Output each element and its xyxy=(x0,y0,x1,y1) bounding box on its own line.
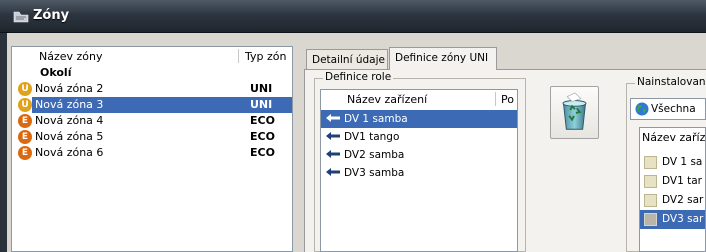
installed-device-row[interactable]: DV1 tar xyxy=(640,172,705,191)
zone-window-icon xyxy=(13,11,29,23)
device-name: DV1 tar xyxy=(662,175,702,187)
uni-zone-icon: U xyxy=(18,98,32,112)
zone-row[interactable]: U Nová zóna 2 UNI xyxy=(12,81,292,97)
zone-name: Nová zóna 6 xyxy=(35,146,104,159)
role-device-row[interactable]: DV 1 samba xyxy=(321,110,517,128)
title-bar: Zóny xyxy=(0,0,706,33)
combo-value: Všechna xyxy=(651,103,696,115)
zone-type: ECO xyxy=(250,114,275,127)
zone-row[interactable]: U Nová zóna 3 UNI xyxy=(12,97,292,113)
device-checkbox[interactable] xyxy=(644,194,657,207)
zone-row[interactable]: E Nová zóna 6 ECO xyxy=(12,145,292,161)
zone-name: Nová zóna 3 xyxy=(35,98,104,111)
installed-device-row[interactable]: DV3 sar xyxy=(640,210,705,229)
device-name: DV1 tango xyxy=(344,131,400,143)
eco-zone-icon: E xyxy=(18,114,32,128)
installed-group-label: Nainstalovaná xyxy=(635,76,706,88)
device-name: DV3 sar xyxy=(662,213,704,225)
globe-icon xyxy=(635,102,649,116)
role-device-list[interactable]: Název zařízení Po DV 1 samba DV1 tango DV2… xyxy=(320,89,518,252)
zone-type: UNI xyxy=(250,98,273,111)
device-name: DV 1 samba xyxy=(344,113,408,125)
zone-row[interactable]: E Nová zóna 5 ECO xyxy=(12,129,292,145)
zone-row[interactable]: E Nová zóna 4 ECO xyxy=(12,113,292,129)
tab-label: Detailní údaje xyxy=(312,54,385,66)
column-header-zone-type[interactable]: Typ zón xyxy=(245,50,286,63)
zone-row[interactable]: Okolí xyxy=(12,65,292,81)
tab-label: Definice zóny UNI xyxy=(395,52,489,64)
window-title: Zóny xyxy=(33,8,70,23)
tab-uni-definition[interactable]: Definice zóny UNI xyxy=(389,47,497,70)
eco-zone-icon: E xyxy=(18,130,32,144)
role-device-row[interactable]: DV3 samba xyxy=(321,164,517,182)
device-name: DV3 samba xyxy=(344,167,405,179)
arrow-device-icon xyxy=(326,114,340,122)
role-device-row[interactable]: DV2 samba xyxy=(321,146,517,164)
role-list-header: Název zařízení Po xyxy=(321,90,517,108)
zone-name: Nová zóna 2 xyxy=(35,82,104,95)
tab-detail[interactable]: Detailní údaje xyxy=(306,49,388,69)
delete-button[interactable] xyxy=(550,86,599,139)
device-checkbox[interactable] xyxy=(644,175,657,188)
column-header-device-name[interactable]: Název zařízení xyxy=(347,93,427,106)
installed-device-list[interactable]: Název zaříz DV 1 sa DV1 tar DV2 sar DV3 sar xyxy=(639,127,706,252)
device-name: DV 1 sa xyxy=(662,156,703,168)
column-separator[interactable] xyxy=(238,49,239,63)
arrow-device-icon xyxy=(326,132,340,140)
zone-type: UNI xyxy=(250,82,273,95)
recycle-bin-icon xyxy=(562,92,587,130)
zone-name: Nová zóna 4 xyxy=(35,114,104,127)
column-header-installed-name[interactable]: Název zaříz xyxy=(642,131,705,144)
arrow-device-icon xyxy=(326,168,340,176)
role-group-label: Definice role xyxy=(323,71,394,83)
installed-device-row[interactable]: DV2 sar xyxy=(640,191,705,210)
installed-device-row[interactable]: DV 1 sa xyxy=(640,153,705,172)
device-name: DV2 sar xyxy=(662,194,704,206)
column-header-zone-name[interactable]: Název zóny xyxy=(39,50,103,63)
role-device-row[interactable]: DV1 tango xyxy=(321,128,517,146)
zone-name: Nová zóna 5 xyxy=(35,130,104,143)
zone-name: Okolí xyxy=(40,66,72,79)
device-name: DV2 samba xyxy=(344,149,405,161)
column-header-po[interactable]: Po xyxy=(501,93,514,106)
eco-zone-icon: E xyxy=(18,146,32,160)
column-separator[interactable] xyxy=(495,92,496,106)
device-filter-combo[interactable]: Všechna xyxy=(630,98,706,120)
zone-list-header: Název zóny Typ zón xyxy=(12,47,292,64)
device-checkbox[interactable] xyxy=(644,156,657,169)
arrow-device-icon xyxy=(326,150,340,158)
zone-type: ECO xyxy=(250,146,275,159)
zone-list[interactable]: Název zóny Typ zón Okolí U Nová zóna 2 UNI U… xyxy=(11,46,293,252)
uni-zone-icon: U xyxy=(18,82,32,96)
device-checkbox[interactable] xyxy=(644,213,657,226)
zone-type: ECO xyxy=(250,130,275,143)
